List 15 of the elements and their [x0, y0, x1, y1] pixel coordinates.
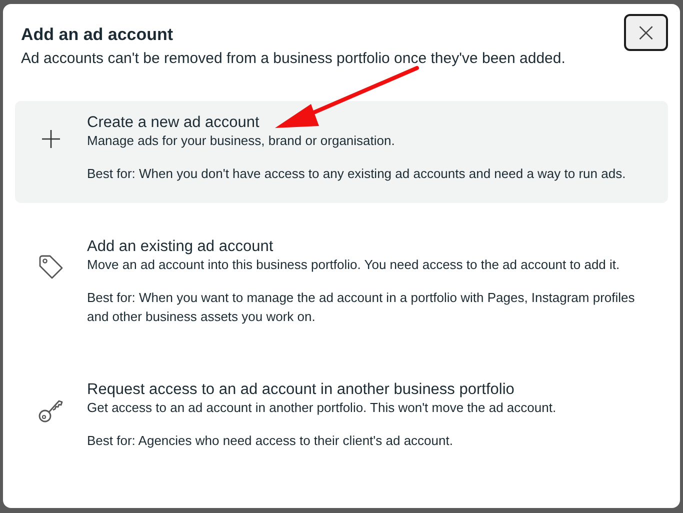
- dialog-title: Add an ad account: [21, 25, 174, 45]
- option-description: Move an ad account into this business portfolio. You need access to the ad account to add it.: [87, 256, 621, 274]
- option-description: Manage ads for your business, brand or organisation.: [87, 132, 396, 150]
- option-best-for: Best for: When you don't have access to any existing ad accounts and need a way to run ads.: [87, 165, 626, 183]
- tag-icon: [37, 253, 65, 281]
- dialog-subtitle: Ad accounts can't be removed from a business portfolio once they've been added.: [21, 50, 566, 67]
- option-title: Request access to an ad account in another business portfolio: [87, 380, 516, 399]
- option-card[interactable]: Create a new ad account Manage ads for your business, brand or organisation. Best for: When you don't have access to any existing ad accounts and need a way to run ads.: [15, 101, 668, 203]
- plus-icon: [41, 129, 61, 149]
- option-best-for: Best for: Agencies who need access to their client's ad account.: [87, 432, 454, 450]
- option-title: Create a new ad account: [87, 113, 260, 132]
- close-button[interactable]: ×: [624, 14, 668, 51]
- option-description: Get access to an ad account in another portfolio. This won't move the ad account.: [87, 399, 556, 417]
- option-best-for: Best for: When you want to manage the ad account in a portfolio with Pages, Instagram profiles and other business assets you work on.: [87, 289, 636, 326]
- option-title: Add an existing ad account: [87, 237, 274, 256]
